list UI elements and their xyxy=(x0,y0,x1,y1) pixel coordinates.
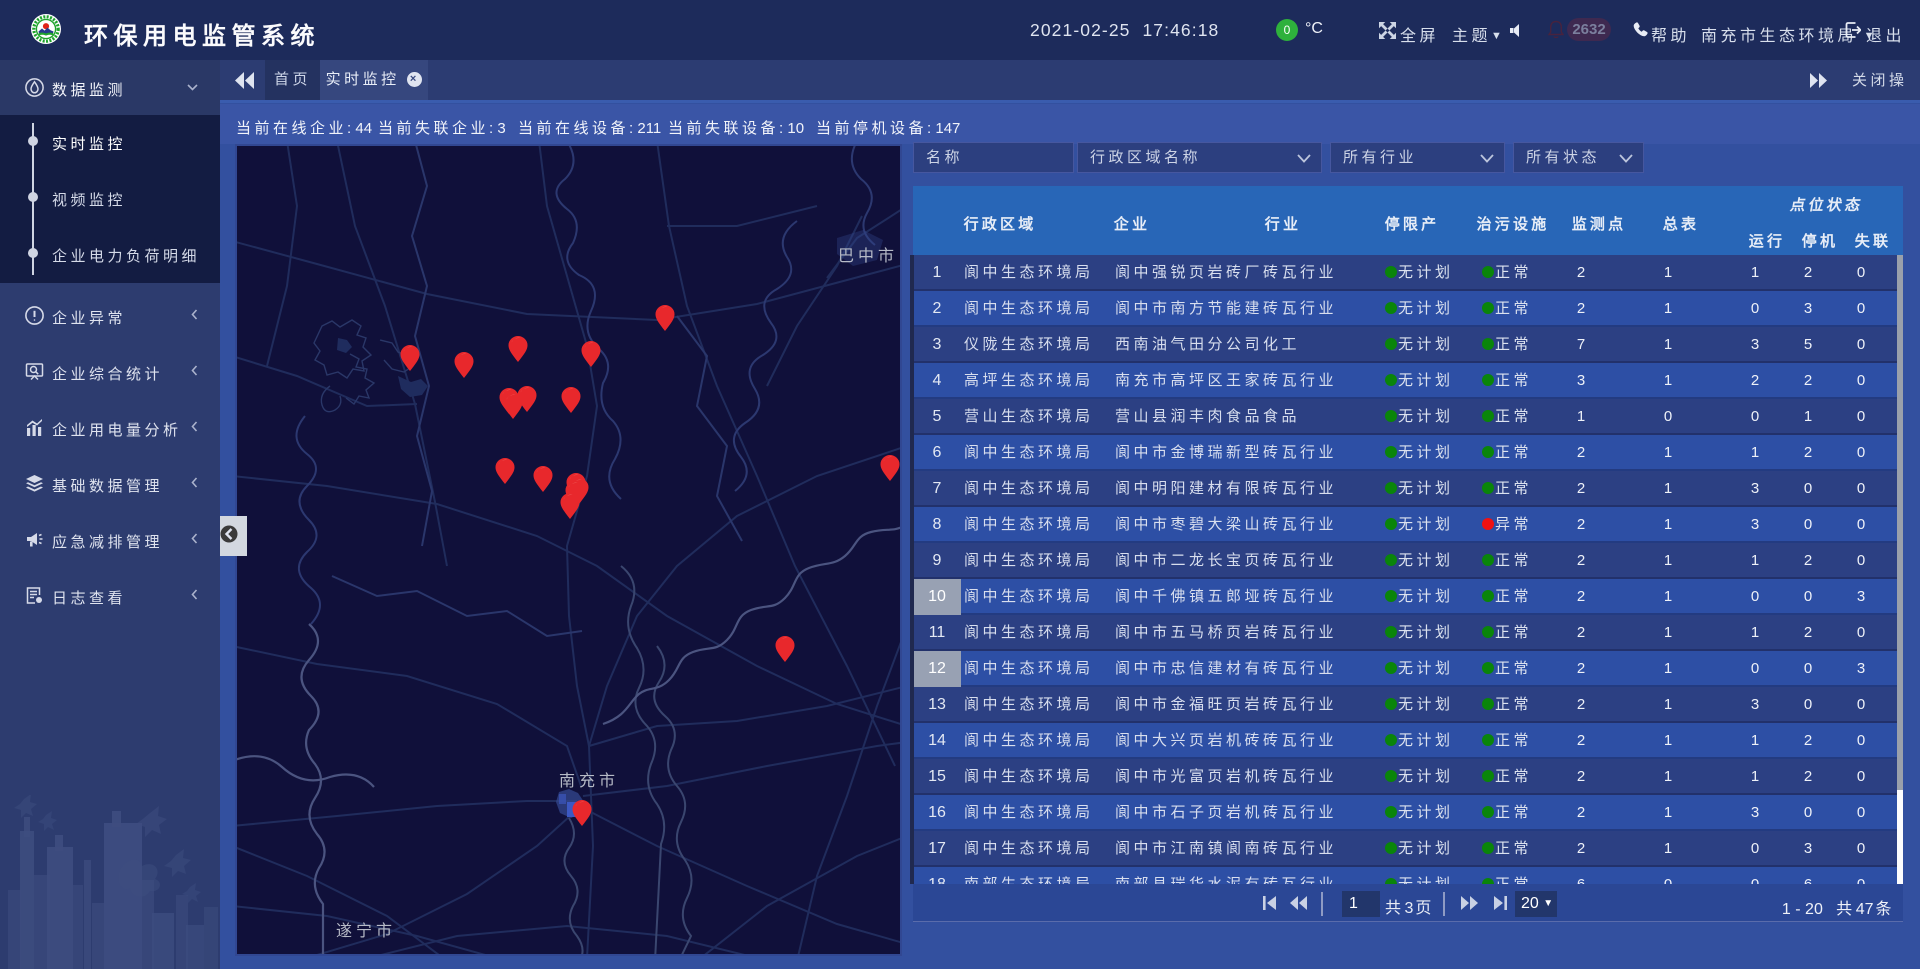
svg-text:南充市: 南充市 xyxy=(559,772,619,790)
svg-text:巴中市: 巴中市 xyxy=(838,247,898,265)
svg-text:遂宁市: 遂宁市 xyxy=(336,922,396,940)
